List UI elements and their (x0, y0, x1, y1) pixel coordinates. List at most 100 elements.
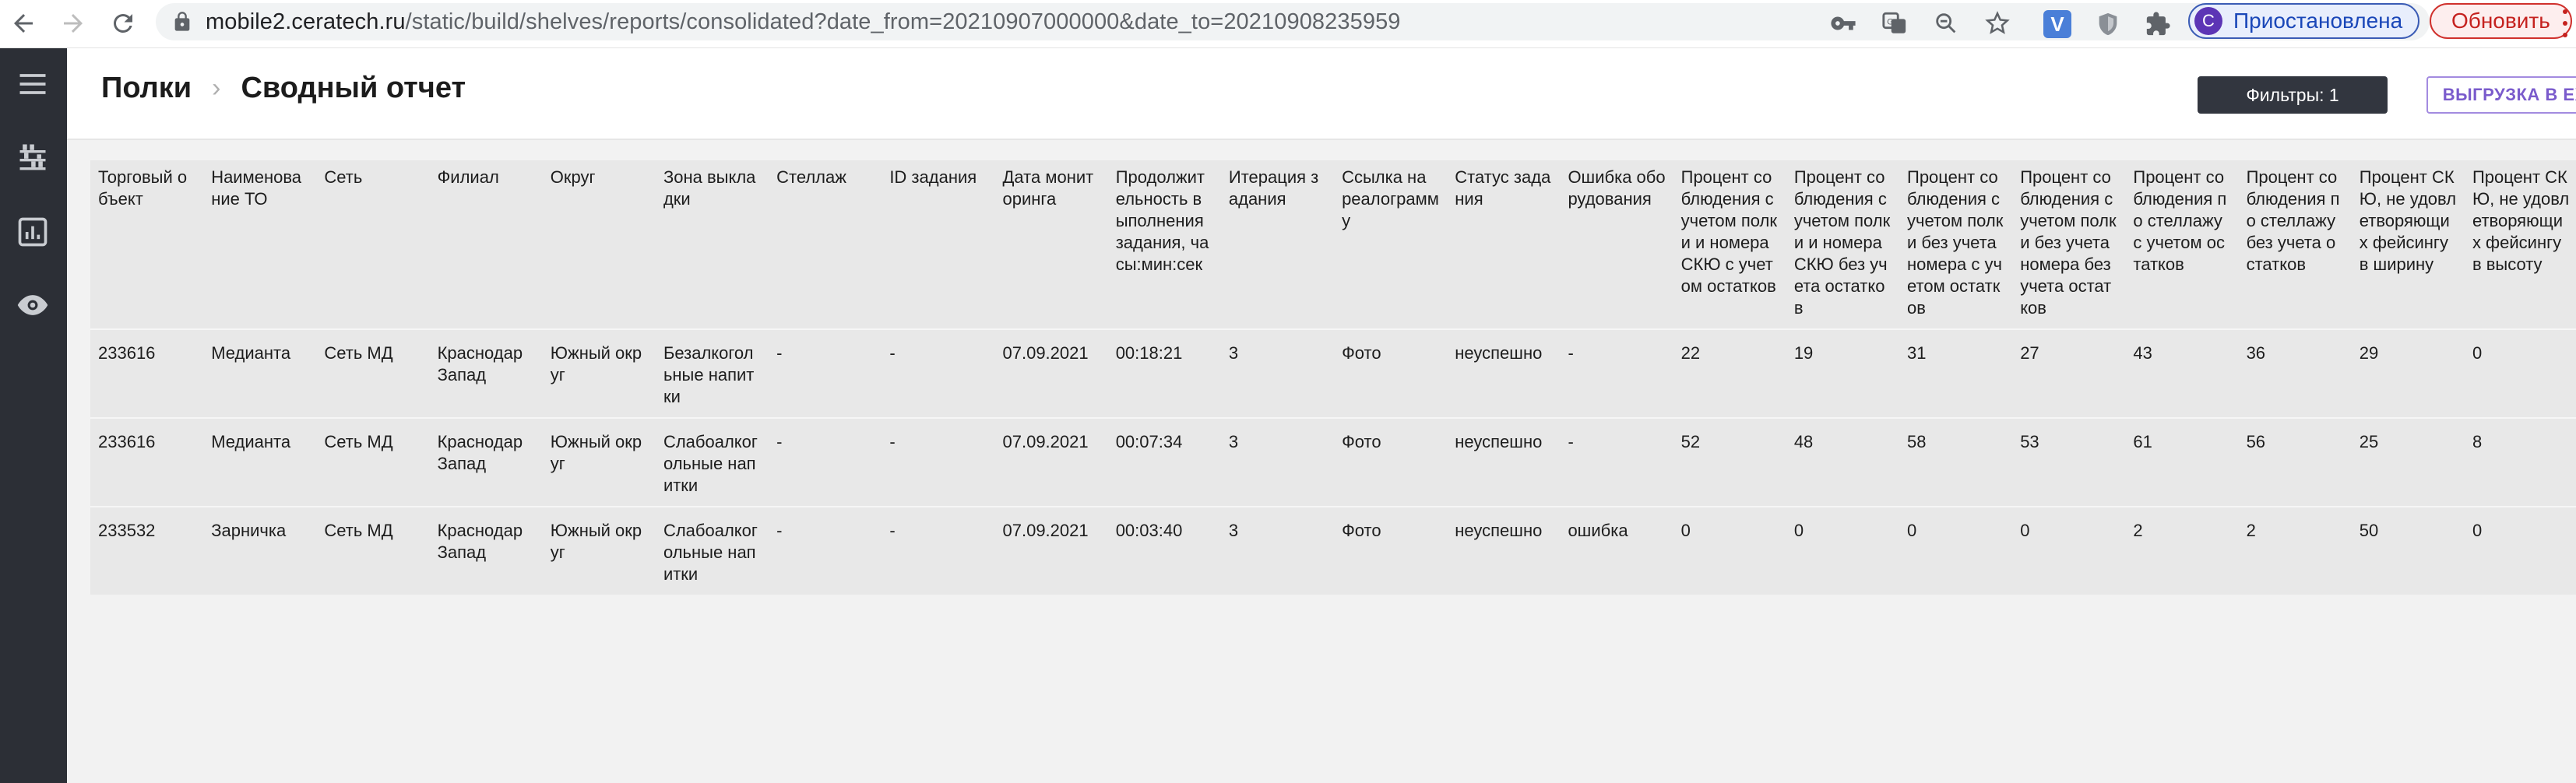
extension-v-icon[interactable]: V (2043, 10, 2071, 38)
zoom-icon[interactable] (1933, 10, 1959, 37)
shelves-icon[interactable] (8, 132, 58, 182)
table-cell[interactable]: Фото (1334, 417, 1448, 507)
table-cell: 52 (1673, 417, 1786, 507)
breadcrumb-separator: › (212, 73, 221, 103)
table-cell: - (882, 417, 995, 507)
column-header: Ссылка на реалограмму (1342, 167, 1439, 230)
column-header: Процент соблюдения с учетом полки и номе… (1793, 167, 1891, 318)
column-header: Наименование ТО (211, 167, 302, 209)
table-cell: - (769, 417, 882, 507)
page-title: Сводный отчет (241, 72, 466, 104)
url-text[interactable]: mobile2.ceratech.ru/static/build/shelves… (206, 9, 1401, 35)
table-cell: Краснодар Запад (429, 506, 543, 595)
column-header: Дата мониторинга (1002, 167, 1094, 209)
table-cell: 31 (1899, 328, 2013, 418)
table-cell: 0 (1786, 506, 1899, 595)
table-cell: Безалкогольные напитки (655, 328, 769, 418)
report-chart-icon[interactable] (8, 207, 58, 257)
table-row[interactable]: 233616 Медианта Сеть МД Краснодар Запад Южны… (90, 417, 2576, 507)
update-browser-button[interactable]: Обновить (2430, 3, 2572, 39)
table-cell: 2 (2238, 506, 2352, 595)
column-header: Процент соблюдения с учетом полки без уч… (1907, 167, 2004, 318)
table-row[interactable]: 233532 Зарничка Сеть МД Краснодар Запад Южны… (90, 506, 2576, 595)
column-header: Округ (550, 167, 596, 187)
star-icon[interactable] (1984, 10, 2011, 37)
table-cell: 0 (1899, 506, 2013, 595)
table-cell: 48 (1786, 417, 1899, 507)
browser-menu-icon[interactable] (2562, 9, 2568, 37)
lock-icon[interactable] (171, 11, 193, 33)
column-header: Зона выкладки (663, 167, 756, 209)
sidebar (0, 48, 67, 783)
table-cell: Зарничка (203, 506, 317, 595)
consolidated-report-table: Торговый объект Наименование ТО Сеть Филиал… (90, 160, 2576, 595)
table-cell: 8 (2464, 417, 2576, 507)
table-cell: 00:03:40 (1107, 506, 1221, 595)
table-cell: 233616 (90, 417, 204, 507)
table-cell: - (769, 328, 882, 418)
column-header: ID задания (889, 167, 977, 187)
table-cell: 56 (2238, 417, 2352, 507)
table-cell: 0 (1673, 506, 1786, 595)
profile-button[interactable]: С Приостановлена (2188, 3, 2420, 39)
reload-icon[interactable] (103, 3, 143, 44)
report-content: Торговый объект Наименование ТО Сеть Филиал… (67, 140, 2576, 783)
column-header: Продолжительность выполнения задания, ча… (1115, 167, 1209, 274)
hamburger-menu-icon[interactable] (8, 59, 58, 109)
table-cell: Южный округ (542, 417, 656, 507)
table-cell[interactable]: Фото (1334, 506, 1448, 595)
table-cell: 0 (2464, 328, 2576, 418)
table-cell: неуспешно (1447, 417, 1561, 507)
table-cell: 2 (2125, 506, 2239, 595)
table-header-row: Торговый объект Наименование ТО Сеть Филиал… (90, 160, 2576, 329)
puzzle-icon[interactable] (2145, 11, 2171, 37)
table-cell: 3 (1220, 328, 1335, 418)
svg-text:G: G (1887, 17, 1894, 26)
column-header: Статус задания (1455, 167, 1551, 209)
table-cell: Южный округ (542, 328, 656, 418)
table-cell: Слабоалкогольные напитки (655, 417, 769, 507)
table-cell: 233532 (90, 506, 204, 595)
column-header: Процент СКЮ, не удовлетворяющих фейсингу… (2359, 167, 2457, 274)
breadcrumb-root-link[interactable]: Полки (101, 72, 192, 105)
url-path: /static/build/shelves/reports/consolidat… (405, 9, 1401, 34)
table-cell: Краснодар Запад (429, 417, 543, 507)
table-cell: 07.09.2021 (994, 506, 1108, 595)
table-cell: 43 (2125, 328, 2239, 418)
table-cell: - (1560, 417, 1673, 507)
forward-arrow-icon[interactable] (53, 3, 93, 44)
table-cell: 0 (2012, 506, 2126, 595)
excel-export-button[interactable]: ВЫГРУЗКА В EXCEL (2426, 76, 2576, 114)
table-cell: 0 (2464, 506, 2576, 595)
table-cell: 07.09.2021 (994, 417, 1108, 507)
table-cell: 07.09.2021 (994, 328, 1108, 418)
breadcrumb: Полки › Сводный отчет (101, 72, 466, 105)
column-header: Стеллаж (776, 167, 846, 187)
table-cell[interactable]: Фото (1334, 328, 1448, 418)
key-icon[interactable] (1830, 10, 1856, 37)
table-cell: 36 (2238, 328, 2352, 418)
table-cell: Южный округ (542, 506, 656, 595)
shield-icon[interactable] (2095, 11, 2121, 37)
filters-button[interactable]: Фильтры: 1 (2198, 76, 2388, 114)
table-cell: 233616 (90, 328, 204, 418)
table-cell: 00:07:34 (1107, 417, 1221, 507)
url-host: mobile2.ceratech.ru (206, 9, 406, 34)
table-cell: 58 (1899, 417, 2013, 507)
eye-icon[interactable] (8, 280, 58, 330)
column-header: Филиал (437, 167, 499, 187)
column-header: Процент соблюдения по стеллажу с учетом … (2133, 167, 2227, 274)
table-cell: неуспешно (1447, 328, 1561, 418)
profile-status-label: Приостановлена (2233, 9, 2403, 33)
browser-toolbar: mobile2.ceratech.ru/static/build/shelves… (0, 0, 2576, 48)
table-cell: Слабоалкогольные напитки (655, 506, 769, 595)
table-row[interactable]: 233616 Медианта Сеть МД Краснодар Запад Южны… (90, 328, 2576, 418)
table-cell: Сеть МД (316, 506, 430, 595)
table-cell: - (769, 506, 882, 595)
table-cell: 00:18:21 (1107, 328, 1221, 418)
table-cell: 19 (1786, 328, 1899, 418)
translate-icon[interactable]: G (1881, 10, 1908, 37)
column-header: Процент соблюдения с учетом полки и номе… (1680, 167, 1778, 296)
table-cell: Сеть МД (316, 328, 430, 418)
back-arrow-icon[interactable] (3, 3, 44, 44)
